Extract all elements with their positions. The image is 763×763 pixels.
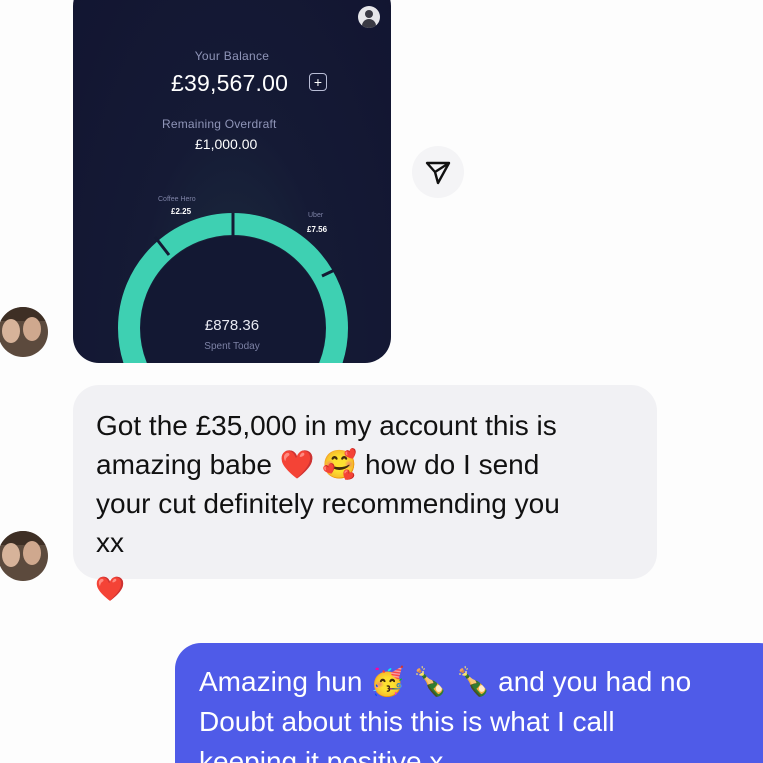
spent-today-value: £878.36 (204, 317, 260, 334)
message-line: Got the £35,000 in my account this is (96, 410, 557, 441)
outgoing-message-text: Amazing hun 🥳 🍾 🍾 and you had no Doubt a… (199, 662, 763, 763)
message-line: amazing babe ❤️ 🥰 how do I send (96, 449, 540, 480)
share-button[interactable] (412, 146, 464, 198)
overdraft-value: £1,000.00 (195, 136, 258, 152)
message-line: Amazing hun 🥳 🍾 🍾 and you had no (199, 666, 692, 697)
message-line: Doubt about this this is what I call (199, 706, 615, 737)
balance-label: Your Balance (194, 49, 270, 63)
overdraft-label: Remaining Overdraft (162, 117, 277, 131)
shared-banking-screenshot[interactable]: Your Balance £39,567.00 + Remaining Over… (73, 0, 391, 363)
message-line: your cut definitely recommending you (96, 488, 560, 519)
heart-reaction-icon[interactable]: ❤️ (95, 575, 125, 603)
balance-value: £39,567.00 (171, 70, 289, 96)
add-money-icon: + (309, 73, 327, 91)
segment-label-uber: Uber (308, 212, 324, 219)
outgoing-message-bubble[interactable]: Amazing hun 🥳 🍾 🍾 and you had no Doubt a… (175, 643, 763, 763)
incoming-message-text: Got the £35,000 in my account this is am… (96, 406, 651, 562)
chat-screen: Your Balance £39,567.00 + Remaining Over… (0, 0, 763, 763)
segment-label-coffee: Coffee Hero (158, 196, 196, 203)
profile-avatar-icon (358, 6, 380, 28)
segment-value-coffee: £2.25 (171, 207, 192, 216)
paper-plane-icon (425, 161, 451, 185)
segment-value-uber: £7.56 (307, 225, 328, 234)
sender-avatar[interactable] (0, 531, 48, 581)
sender-avatar[interactable] (0, 307, 48, 357)
message-line: keeping it positive x (199, 746, 444, 763)
spent-today-label: Spent Today (204, 341, 260, 352)
message-line: xx (96, 527, 124, 558)
